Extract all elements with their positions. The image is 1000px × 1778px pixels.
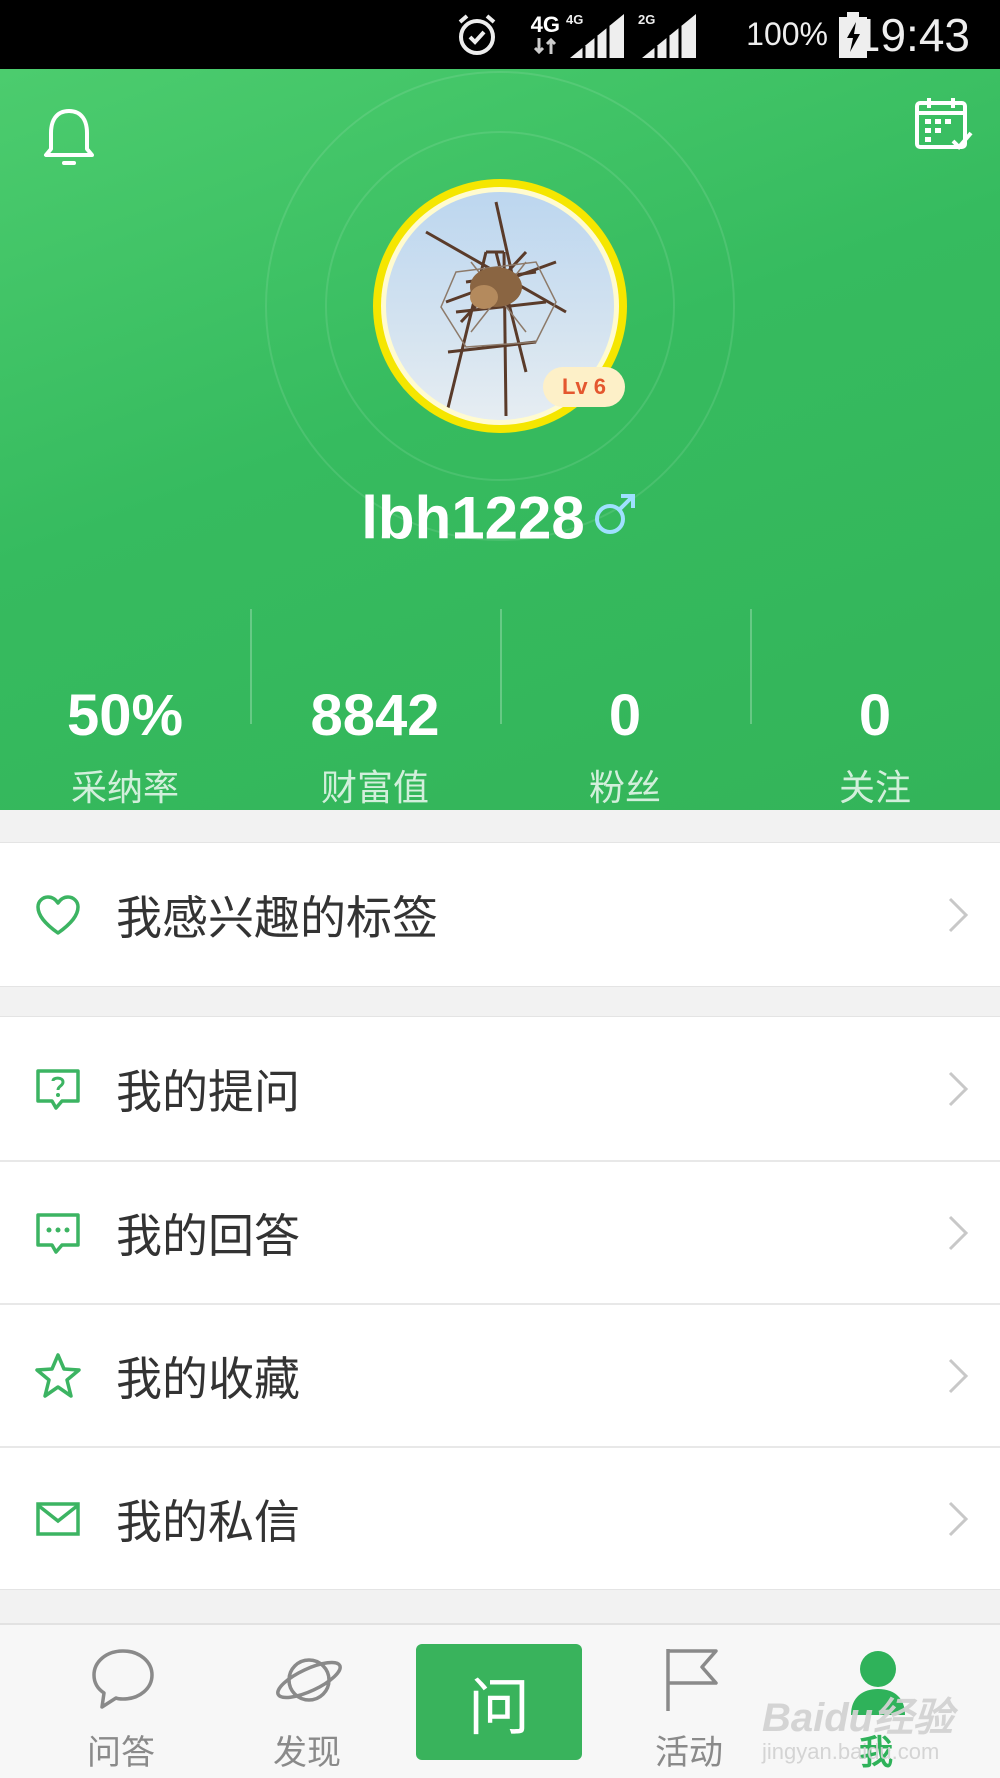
menu-item-my-answers[interactable]: 我的回答 xyxy=(0,1160,1000,1303)
chevron-right-icon xyxy=(948,1215,969,1250)
menu-item-my-favorites[interactable]: 我的收藏 xyxy=(0,1303,1000,1446)
bell-icon[interactable] xyxy=(42,107,96,169)
flag-icon xyxy=(666,1649,718,1711)
stat-following[interactable]: 0 关注 xyxy=(750,609,1000,810)
level-badge: Lv 6 xyxy=(543,367,625,407)
stat-label: 财富值 xyxy=(320,768,429,809)
battery-percent: 100% xyxy=(746,16,828,52)
network-type-indicator: 4G xyxy=(531,0,560,69)
planet-icon xyxy=(276,1658,342,1702)
ask-question-button[interactable]: 问 xyxy=(416,1644,582,1760)
tab-qa[interactable]: 问答 xyxy=(56,1625,186,1778)
menu-label: 我感兴趣的标签 xyxy=(116,890,438,945)
watermark-url: jingyan.baidu.com xyxy=(762,1739,940,1764)
tab-label: 发现 xyxy=(273,1733,341,1773)
chat-bubble-icon xyxy=(92,1649,154,1709)
star-icon xyxy=(35,1352,81,1398)
stat-value: 0 xyxy=(858,683,892,748)
watermark-logo-text: Baidu经验 xyxy=(762,1696,954,1740)
stats-row: 50% 采纳率 8842 财富值 0 粉丝 0 关注 xyxy=(0,609,1000,810)
svg-text:2G: 2G xyxy=(638,12,655,27)
heart-icon xyxy=(36,894,80,935)
status-bar: 4G 4G 2G 100% 19:43 xyxy=(0,0,1000,69)
username: lbh1228 xyxy=(0,479,1000,553)
answer-bubble-icon xyxy=(36,1212,80,1254)
stat-fans[interactable]: 0 粉丝 xyxy=(500,609,750,810)
menu-item-interested-tags[interactable]: 我感兴趣的标签 xyxy=(0,843,1000,986)
username-text: lbh1228 xyxy=(361,484,585,552)
male-gender-icon xyxy=(594,494,635,535)
menu-group-tags: 我感兴趣的标签 xyxy=(0,842,1000,987)
stat-label: 粉丝 xyxy=(588,768,661,809)
tab-activities[interactable]: 活动 xyxy=(624,1625,754,1778)
profile-screen: 4G 4G 2G 100% 19:43 Lv 6 lbh1228 50% 采纳率… xyxy=(0,0,1000,1778)
tab-label: 活动 xyxy=(655,1733,723,1773)
alarm-icon xyxy=(454,0,500,69)
clock: 19:43 xyxy=(854,8,970,61)
signal-strength-icon: 2G xyxy=(638,0,700,69)
tab-discover[interactable]: 发现 xyxy=(242,1625,372,1778)
tab-label: 问答 xyxy=(87,1733,155,1773)
mail-icon xyxy=(36,1501,80,1536)
menu-label: 我的提问 xyxy=(116,1064,300,1119)
menu-group-personal: 我的提问 我的回答 我的收藏 我的私信 xyxy=(0,1016,1000,1590)
stat-value: 0 xyxy=(608,683,642,748)
stat-adoption-rate[interactable]: 50% 采纳率 xyxy=(0,609,250,810)
signal-strength-icon: 4G xyxy=(566,0,628,69)
stat-label: 采纳率 xyxy=(70,768,179,809)
menu-label: 我的收藏 xyxy=(116,1351,300,1406)
svg-text:4G: 4G xyxy=(566,12,583,27)
calendar-checkin-icon[interactable] xyxy=(913,95,975,157)
stat-value: 8842 xyxy=(310,683,440,748)
menu-item-my-questions[interactable]: 我的提问 xyxy=(0,1017,1000,1160)
menu-label: 我的回答 xyxy=(116,1208,300,1263)
question-bubble-icon xyxy=(36,1068,80,1110)
stat-wealth[interactable]: 8842 财富值 xyxy=(250,609,500,810)
watermark: Baidu经验 jingyan.baidu.com xyxy=(762,1685,962,1765)
menu-label: 我的私信 xyxy=(116,1494,300,1549)
stat-value: 50% xyxy=(66,683,184,748)
chevron-right-icon xyxy=(948,1501,969,1536)
profile-header: Lv 6 lbh1228 50% 采纳率 8842 财富值 0 粉丝 0 关注 xyxy=(0,69,1000,810)
chevron-right-icon xyxy=(948,1071,969,1106)
stat-label: 关注 xyxy=(838,768,911,809)
chevron-right-icon xyxy=(948,897,969,932)
bottom-nav: 问答 发现 问 活动 我 Baidu经验 jingyan.baidu.com xyxy=(0,1623,1000,1778)
menu-item-my-messages[interactable]: 我的私信 xyxy=(0,1446,1000,1589)
chevron-right-icon xyxy=(948,1358,969,1393)
